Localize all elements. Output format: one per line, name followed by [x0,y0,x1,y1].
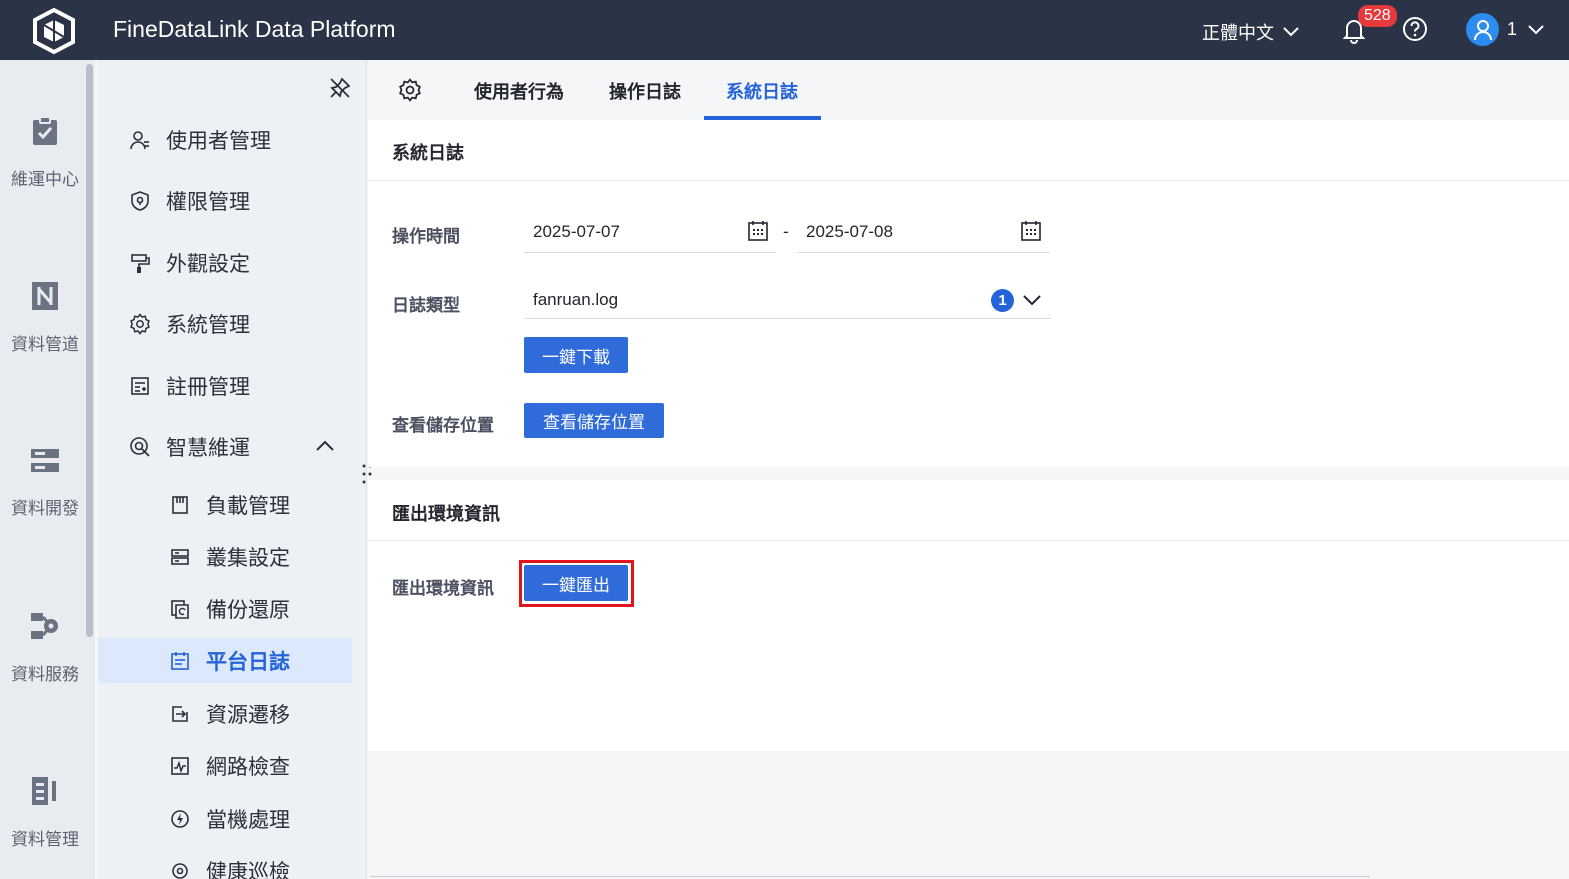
chevron-up-icon[interactable] [315,438,335,454]
start-date-input[interactable]: 2025-07-07 [524,210,776,253]
sidebar-subitem-health-check[interactable]: 健康巡檢 [98,848,352,879]
user-icon [1473,19,1492,40]
log-type-select[interactable]: fanruan.log [524,280,1051,319]
user-icon [130,130,149,149]
divider [368,180,1569,181]
sidebar-subitem-crash-handling[interactable]: 當機處理 [98,796,352,841]
user-avatar[interactable] [1466,13,1499,46]
log-icon [171,651,189,670]
sidebar-subitem-platform-log[interactable]: 平台日誌 [98,638,352,683]
section-title: 匯出環境資訊 [392,504,500,524]
sidebar-subitem-label: 負載管理 [206,494,290,518]
health-check-icon [172,862,188,879]
network-check-icon [171,756,189,775]
section-title: 系統日誌 [392,143,464,163]
sidebar-item-label: 使用者管理 [166,129,271,153]
gear-icon [130,312,150,335]
rail-item-label: 資料管理 [11,830,79,849]
app-logo-icon [33,8,75,54]
chevron-down-icon[interactable] [1022,292,1042,308]
sidebar-subitem-label: 叢集設定 [206,546,290,570]
rail-item-data-service[interactable]: 資料服務 [0,610,90,685]
migrate-icon [172,705,188,722]
tab-user-behavior[interactable]: 使用者行為 [474,78,564,104]
download-button[interactable]: 一鍵下載 [524,337,628,373]
shield-icon [131,190,149,211]
sidebar-subitem-label: 備份還原 [206,598,290,622]
sidebar-subitem-label: 健康巡檢 [206,860,290,879]
tab-operation-log[interactable]: 操作日誌 [609,78,681,104]
sidebar-item-label: 外觀設定 [166,252,250,276]
sidebar-subitem-backup-restore[interactable]: 備份還原 [98,586,352,631]
clipboard-check-icon [33,116,57,145]
sidebar-subitem-label: 平台日誌 [206,650,290,674]
rail-item-data-pipeline[interactable]: 資料管道 [0,280,90,355]
user-name[interactable]: 1 [1507,19,1517,40]
rail-item-label: 資料管道 [11,335,79,354]
sidebar-item-user-management[interactable]: 使用者管理 [98,117,352,162]
calendar-icon[interactable] [747,220,769,242]
help-icon[interactable] [1402,16,1428,42]
sidebar-subitem-resource-migration[interactable]: 資源遷移 [98,691,352,736]
start-date-value: 2025-07-07 [533,222,620,241]
sidebar-item-registration-management[interactable]: 註冊管理 [98,363,352,408]
pipeline-icon [32,282,58,310]
date-separator: - [783,222,789,241]
sidebar-item-permission-management[interactable]: 權限管理 [98,178,352,223]
sidebar-item-label: 智慧維運 [166,436,250,460]
rail-item-label: 資料開發 [11,499,79,518]
register-icon [131,376,149,395]
operation-time-label: 操作時間 [392,227,460,246]
rail-item-label: 資料服務 [11,665,79,684]
sidebar-subitem-network-check[interactable]: 網路檢查 [98,743,352,788]
data-service-icon [31,613,58,639]
sidebar-subitem-load-management[interactable]: 負載管理 [98,482,352,527]
sidebar-item-smart-ops[interactable]: 智慧維運 [98,424,352,469]
top-bar: FineDataLink Data Platform 正體中文 528 1 [0,0,1569,60]
view-storage-button[interactable]: 查看儲存位置 [524,403,664,438]
tab-system-log[interactable]: 系統日誌 [726,78,798,104]
chevron-down-icon[interactable] [1526,20,1546,40]
calendar-icon[interactable] [1020,220,1042,242]
sidebar-item-appearance-settings[interactable]: 外觀設定 [98,240,352,285]
export-env-panel [368,480,1569,751]
dev-server-icon [31,449,59,472]
rail-item-label: 維運中心 [11,170,79,189]
end-date-input[interactable]: 2025-07-08 [797,210,1050,253]
language-selector[interactable]: 正體中文 [1202,19,1300,45]
selected-count-badge: 1 [991,289,1014,312]
app-title: FineDataLink Data Platform [113,16,396,42]
sidebar-subitem-label: 當機處理 [206,808,290,832]
sidebar-item-label: 註冊管理 [166,375,250,399]
rail-item-data-development[interactable]: 資料開發 [0,446,90,519]
cluster-icon [171,548,189,565]
highlight-box [519,560,634,607]
gear-icon[interactable] [398,78,422,102]
sidebar-item-label: 系統管理 [166,313,250,337]
load-icon [172,495,188,514]
chevron-down-icon [1283,27,1299,37]
data-management-icon [32,777,56,805]
end-date-value: 2025-07-08 [806,222,893,241]
storage-location-label: 查看儲存位置 [392,416,494,435]
sidebar-subitem-label: 資源遷移 [206,703,290,727]
rail-item-ops-center[interactable]: 維運中心 [0,115,90,190]
crash-icon [171,809,189,828]
language-label: 正體中文 [1202,23,1274,43]
unpin-icon[interactable] [328,76,352,100]
log-type-label: 日誌類型 [392,296,460,315]
sidebar-subitem-cluster-settings[interactable]: 叢集設定 [98,534,352,579]
divider [368,540,1569,541]
sidebar-item-label: 權限管理 [166,190,250,214]
divider [370,876,1370,877]
paint-roller-icon [131,253,150,273]
sidebar-subitem-label: 網路檢查 [206,755,290,779]
rail-item-data-management[interactable]: 資料管理 [0,775,90,850]
log-type-value: fanruan.log [533,290,619,309]
export-env-label: 匯出環境資訊 [392,579,494,598]
sidebar-item-system-management[interactable]: 系統管理 [98,301,352,346]
notification-badge: 528 [1358,5,1397,27]
smart-ops-icon [130,436,150,457]
backup-icon [171,599,189,619]
